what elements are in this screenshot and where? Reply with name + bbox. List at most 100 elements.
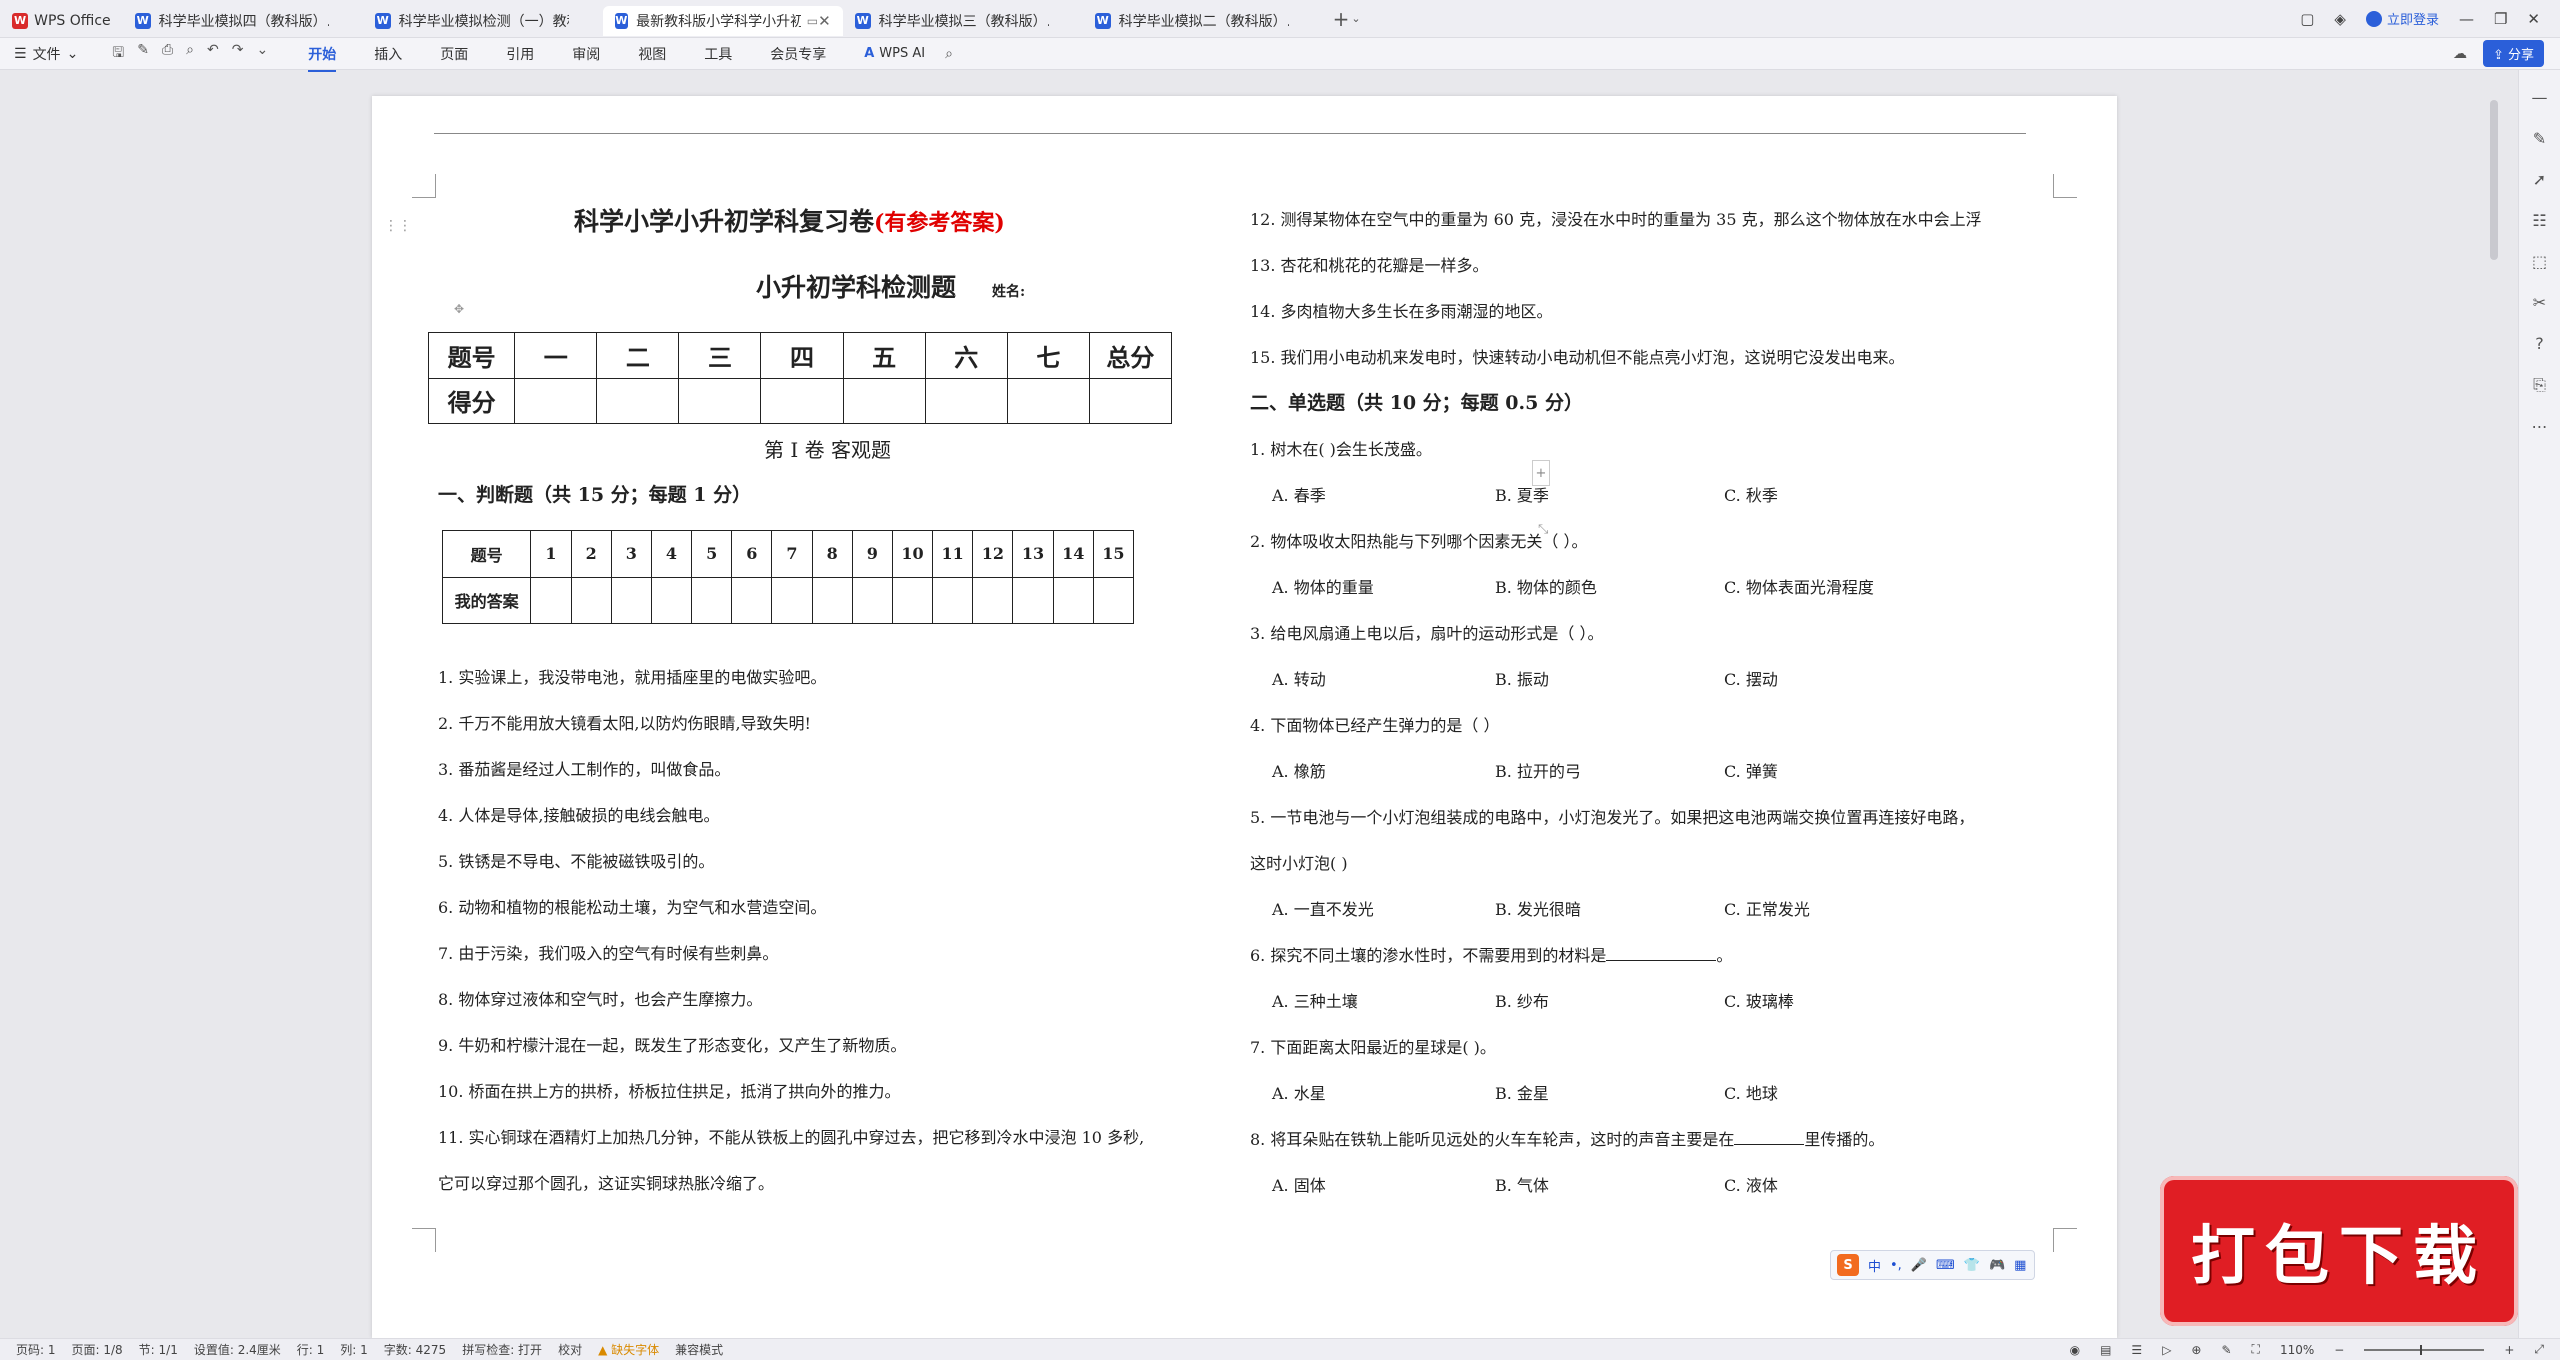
table-cell[interactable] <box>842 377 926 424</box>
table-cell[interactable] <box>1092 576 1135 624</box>
table-cell: 15 <box>1092 530 1135 578</box>
login-button[interactable]: 立即登录 <box>2365 9 2439 28</box>
keyboard-icon[interactable]: ⌨ <box>1936 1258 1955 1273</box>
table-cell[interactable] <box>811 576 853 624</box>
new-tab-icon[interactable]: + <box>1333 7 1350 31</box>
zoom-in-icon[interactable]: + <box>2504 1343 2514 1357</box>
undo-icon[interactable]: ↶ <box>207 42 219 66</box>
more-icon[interactable]: ⋯ <box>2532 417 2548 436</box>
chevron-down-icon[interactable]: ⌄ <box>256 42 268 66</box>
word-doc-icon: W <box>854 12 871 29</box>
wps-ai-button[interactable]: A WPS AI <box>864 46 925 61</box>
game-icon[interactable]: 🎮 <box>1989 1258 2005 1273</box>
table-cell[interactable] <box>851 576 893 624</box>
question-text: 8. 物体穿过液体和空气时，也会产生摩擦力。 <box>438 990 763 1009</box>
zoom-slider[interactable] <box>2364 1344 2485 1355</box>
status-word-count[interactable]: 字数: 4275 <box>384 1341 446 1358</box>
zoom-level[interactable]: 110% <box>2280 1343 2314 1357</box>
pen-icon[interactable]: ✎ <box>2221 1343 2231 1357</box>
fit-icon[interactable]: ⛶ <box>2252 1342 2260 1357</box>
web-view-icon[interactable]: ⊕ <box>2191 1343 2201 1357</box>
table-cell[interactable] <box>1052 576 1094 624</box>
ime-toolbar[interactable]: S 中 •, 🎤 ⌨ 👕 🎮 ▦ <box>1830 1250 2035 1280</box>
punctuation-icon[interactable]: •, <box>1890 1258 1902 1273</box>
menu-insert[interactable]: 插入 <box>374 40 402 68</box>
tab-document[interactable]: W 科学毕业模拟二（教科版）.doc <box>1083 6 1323 36</box>
share-link-icon[interactable]: ⎘ <box>2533 375 2546 395</box>
redo-icon[interactable]: ↷ <box>232 42 244 66</box>
minus-icon[interactable]: — <box>2532 88 2548 107</box>
file-menu-button[interactable]: ☰ 文件 ⌄ <box>14 44 78 64</box>
menu-reference[interactable]: 引用 <box>506 40 534 68</box>
table-cell[interactable] <box>596 377 680 424</box>
table-cell[interactable] <box>610 576 652 624</box>
status-font-missing[interactable]: ▲ 缺失字体 <box>598 1341 659 1358</box>
pen-icon[interactable]: ✎ <box>2533 129 2546 148</box>
eye-icon[interactable]: ◉ <box>2070 1343 2080 1357</box>
table-cell[interactable] <box>691 576 733 624</box>
grid-icon[interactable]: ▦ <box>2014 1258 2026 1273</box>
status-bar: 页码: 1 页面: 1/8 节: 1/1 设置值: 2.4厘米 行: 1 列: … <box>0 1338 2560 1360</box>
table-cell[interactable] <box>1006 377 1090 424</box>
skin-icon[interactable]: 👕 <box>1964 1258 1980 1273</box>
table-cell[interactable] <box>1088 377 1173 424</box>
menu-home[interactable]: 开始 <box>308 40 337 72</box>
table-cell[interactable] <box>771 576 813 624</box>
microphone-icon[interactable]: 🎤 <box>1911 1258 1927 1273</box>
menu-tools[interactable]: 工具 <box>704 40 732 68</box>
settings-sliders-icon[interactable]: ☷ <box>2532 211 2546 230</box>
close-window-icon[interactable]: ✕ <box>2527 10 2540 28</box>
paint-icon[interactable]: ⬚ <box>2532 252 2547 271</box>
page-view-icon[interactable]: ▤ <box>2100 1343 2111 1357</box>
print-icon[interactable]: ⎙ <box>162 42 173 66</box>
print-preview-icon[interactable]: ⌕ <box>186 42 194 66</box>
menu-member[interactable]: 会员专享 <box>770 40 826 68</box>
layout-icon[interactable]: ▢ <box>2300 10 2314 28</box>
table-cell[interactable] <box>530 576 572 624</box>
table-cell[interactable] <box>1012 576 1054 624</box>
chevron-down-icon[interactable]: ⌄ <box>1351 12 1360 25</box>
vertical-scrollbar[interactable] <box>2490 100 2498 260</box>
menu-page[interactable]: 页面 <box>440 40 468 68</box>
status-spellcheck[interactable]: 拼写检查: 打开 <box>462 1341 542 1358</box>
play-icon[interactable]: ▷ <box>2162 1343 2171 1357</box>
tab-wps-home[interactable]: W WPS Office <box>0 6 123 36</box>
restore-icon[interactable]: ❐ <box>2494 10 2507 28</box>
search-icon[interactable]: ⌕ <box>945 46 953 62</box>
cloud-icon[interactable]: ☁ <box>2453 46 2467 62</box>
tab-document[interactable]: W 科学毕业模拟检测（一）教科版.doc <box>363 6 603 36</box>
table-move-icon[interactable]: ✥ <box>454 302 464 316</box>
close-tab-icon[interactable]: ✕ <box>818 12 831 30</box>
save-icon[interactable]: 🖫 <box>112 42 124 66</box>
status-proofread[interactable]: 校对 <box>558 1341 582 1358</box>
table-cell[interactable] <box>678 377 762 424</box>
document-page[interactable]: ⋮⋮ 科学小学小升初学科复习卷(有参考答案) 小升初学科检测题 姓名: ✥ 题号 … <box>372 96 2117 1338</box>
tab-document[interactable]: W 科学毕业模拟四（教科版）.doc <box>123 6 363 36</box>
drag-handle-icon[interactable]: ⋮⋮ <box>384 218 412 234</box>
tab-document-active[interactable]: W 最新教科版小学科学小升初学科 ▭ ✕ <box>602 5 843 36</box>
table-cell[interactable] <box>570 576 612 624</box>
format-painter-icon[interactable]: ✎ <box>137 42 149 66</box>
menu-review[interactable]: 审阅 <box>572 40 600 68</box>
tab-document[interactable]: W 科学毕业模拟三（教科版）.doc <box>843 6 1083 36</box>
share-button[interactable]: ⇪ 分享 <box>2482 40 2544 67</box>
help-icon[interactable]: ? <box>2535 334 2544 353</box>
minimize-icon[interactable]: — <box>2459 10 2474 28</box>
table-cell[interactable] <box>891 576 934 624</box>
tools-icon[interactable]: ✂ <box>2533 293 2546 312</box>
table-cell[interactable] <box>760 377 844 424</box>
table-cell[interactable] <box>650 576 693 624</box>
fullscreen-icon[interactable]: ⤢ <box>2534 1342 2544 1357</box>
outline-icon[interactable]: ☰ <box>2131 1343 2142 1357</box>
table-cell[interactable] <box>932 576 974 624</box>
cursor-icon[interactable]: ➚ <box>2533 170 2546 189</box>
table-cell[interactable] <box>972 576 1014 624</box>
ime-mode[interactable]: 中 <box>1868 1256 1881 1275</box>
table-cell[interactable] <box>514 377 598 424</box>
status-pages[interactable]: 页面: 1/8 <box>72 1341 123 1358</box>
table-cell[interactable] <box>924 377 1008 424</box>
menu-view[interactable]: 视图 <box>638 40 666 68</box>
table-cell[interactable] <box>731 576 773 624</box>
cube-icon[interactable]: ◈ <box>2334 10 2346 28</box>
zoom-out-icon[interactable]: − <box>2334 1343 2344 1357</box>
